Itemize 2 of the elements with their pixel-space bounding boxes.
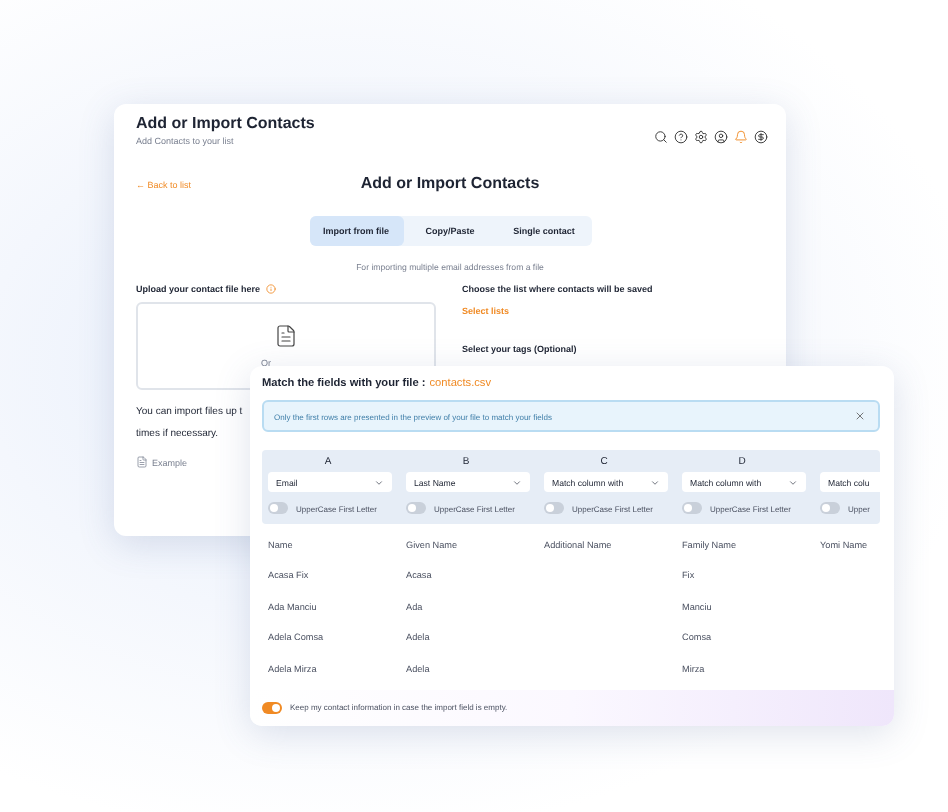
section-heading: Add or Import Contacts: [360, 174, 540, 192]
page-title: Add or Import Contacts: [136, 114, 315, 132]
